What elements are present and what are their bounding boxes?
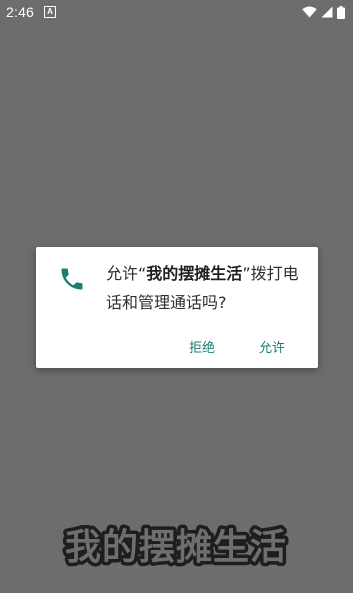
a-notification-icon: A bbox=[44, 6, 57, 18]
banner-text: 我的摆摊生活 bbox=[65, 527, 287, 568]
permission-dialog: 允许“我的摆摊生活”拨打电话和管理通话吗? 拒绝 允许 bbox=[36, 247, 318, 368]
status-bar: 2:46 A bbox=[0, 0, 353, 24]
app-name: 我的摆摊生活 bbox=[146, 264, 243, 283]
app-logo-banner: 我的摆摊生活 bbox=[61, 524, 289, 572]
wifi-icon bbox=[302, 6, 317, 18]
dialog-message: 允许“我的摆摊生活”拨打电话和管理通话吗? bbox=[106, 259, 306, 317]
status-time: 2:46 bbox=[6, 4, 35, 20]
deny-button[interactable]: 拒绝 bbox=[176, 331, 228, 362]
allow-button[interactable]: 允许 bbox=[246, 331, 298, 362]
dialog-buttons: 拒绝 允许 bbox=[176, 324, 318, 368]
message-prefix: 允许“ bbox=[106, 264, 147, 283]
battery-icon bbox=[337, 5, 345, 19]
status-icons bbox=[302, 5, 345, 19]
signal-icon bbox=[321, 6, 333, 18]
phone-icon bbox=[61, 268, 83, 290]
